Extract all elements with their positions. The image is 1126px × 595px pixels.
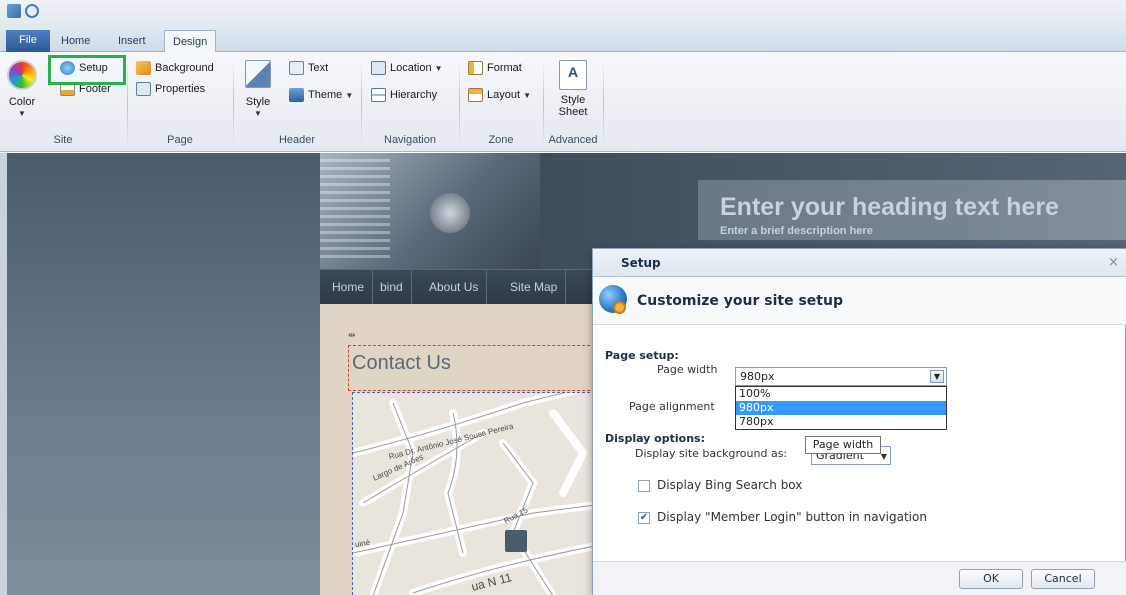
map-streets-graphic bbox=[353, 393, 610, 595]
zoom-icon[interactable] bbox=[25, 4, 39, 18]
tab-insert[interactable]: Insert bbox=[110, 32, 154, 52]
dialog-footer: OK Cancel bbox=[593, 561, 1126, 595]
tab-file[interactable]: File bbox=[6, 30, 50, 52]
member-login-label: Display "Member Login" button in navigat… bbox=[657, 510, 927, 524]
layout-label: Layout bbox=[487, 89, 521, 101]
ok-button[interactable]: OK bbox=[959, 569, 1023, 589]
propeller-icon bbox=[430, 193, 470, 233]
style-label: Style bbox=[245, 96, 271, 108]
nav-item-site-map[interactable]: Site Map bbox=[502, 270, 567, 304]
layout-icon bbox=[468, 88, 483, 102]
member-login-checkbox[interactable]: ✔ bbox=[638, 512, 650, 524]
format-icon bbox=[468, 61, 483, 75]
properties-button[interactable]: Properties bbox=[136, 80, 205, 98]
text-label: Text bbox=[308, 62, 329, 74]
group-label-navigation: Navigation bbox=[384, 134, 436, 146]
left-edge-bar bbox=[0, 153, 7, 595]
group-label-header: Header bbox=[278, 134, 316, 146]
chevron-down-icon: ▼ bbox=[880, 452, 887, 461]
hierarchy-icon bbox=[371, 88, 386, 102]
page-alignment-label: Page alignment bbox=[629, 400, 715, 413]
site-nav: Home bind About Us Site Map bbox=[320, 270, 610, 304]
site-heading[interactable]: Enter your heading text here bbox=[720, 193, 1059, 222]
setup-dialog: Setup × Customize your site setup Page s… bbox=[592, 248, 1126, 595]
chevron-down-icon: ▼ bbox=[254, 109, 262, 118]
hierarchy-button[interactable]: Hierarchy bbox=[371, 86, 437, 104]
style-sheet-icon: A bbox=[559, 60, 587, 90]
group-label-page: Page bbox=[167, 134, 193, 146]
group-label-advanced: Advanced bbox=[548, 134, 598, 146]
chevron-down-icon[interactable]: ▼ bbox=[930, 370, 944, 383]
contact-title[interactable]: Contact Us bbox=[352, 352, 451, 375]
background-label: Background bbox=[155, 62, 214, 74]
layout-button[interactable]: Layout ▼ bbox=[468, 86, 531, 104]
ribbon: Color ▼ Setup Footer Site Background Pro… bbox=[0, 52, 1126, 152]
page-width-option[interactable]: 100% bbox=[736, 387, 946, 401]
group-separator bbox=[603, 58, 604, 148]
style-button[interactable]: Style ▼ bbox=[242, 60, 274, 120]
dialog-titlebar[interactable]: Setup × bbox=[593, 249, 1126, 277]
nav-item-home[interactable]: Home bbox=[324, 270, 374, 304]
style-sheet-label-2: Sheet bbox=[558, 106, 588, 118]
chevron-down-icon: ▼ bbox=[18, 109, 26, 118]
dialog-header-title: Customize your site setup bbox=[637, 293, 843, 309]
tab-design[interactable]: Design bbox=[164, 30, 217, 54]
tooltip: Page width bbox=[805, 436, 881, 454]
nav-item-bind[interactable]: bind bbox=[372, 270, 412, 304]
map-pin-icon[interactable] bbox=[505, 530, 527, 552]
title-strip bbox=[0, 0, 1126, 30]
theme-button[interactable]: Theme ▼ bbox=[289, 86, 353, 104]
style-sheet-label-1: Style bbox=[560, 94, 586, 106]
background-button[interactable]: Background bbox=[136, 59, 214, 77]
format-button[interactable]: Format bbox=[468, 59, 522, 77]
page-width-select[interactable]: 980px ▼ bbox=[735, 367, 947, 386]
header-airplane-image bbox=[320, 153, 540, 269]
dialog-title: Setup bbox=[621, 256, 661, 270]
display-bg-label: Display site background as: bbox=[635, 447, 788, 460]
color-label: Color bbox=[8, 96, 36, 108]
dialog-header: Customize your site setup bbox=[593, 277, 1126, 325]
group-label-zone: Zone bbox=[488, 134, 514, 146]
background-icon bbox=[136, 61, 151, 75]
cancel-button[interactable]: Cancel bbox=[1031, 569, 1095, 589]
properties-label: Properties bbox=[155, 83, 206, 95]
location-button[interactable]: Location ▼ bbox=[371, 59, 443, 77]
chevron-down-icon: ▼ bbox=[523, 91, 532, 100]
page-width-value: 980px bbox=[740, 370, 775, 383]
chevron-down-icon: ▼ bbox=[345, 91, 354, 100]
page-width-option-selected[interactable]: 980px bbox=[736, 401, 946, 415]
setup-highlight-box bbox=[48, 55, 126, 85]
edit-icon[interactable] bbox=[7, 4, 21, 18]
text-icon bbox=[289, 61, 304, 75]
page-width-option[interactable]: 780px bbox=[736, 415, 946, 429]
site-subheading[interactable]: Enter a brief description here bbox=[720, 225, 873, 237]
location-icon bbox=[371, 61, 386, 75]
move-handle-icon[interactable]: ⇹ bbox=[348, 331, 356, 341]
theme-label: Theme bbox=[308, 89, 343, 101]
page-width-label: Page width bbox=[657, 363, 718, 376]
display-options-heading: Display options: bbox=[605, 432, 705, 445]
bing-search-checkbox[interactable] bbox=[638, 480, 650, 492]
nav-item-about-us[interactable]: About Us bbox=[421, 270, 488, 304]
tab-home[interactable]: Home bbox=[53, 32, 98, 52]
color-wheel-icon bbox=[7, 60, 37, 90]
style-sheet-button[interactable]: A Style Sheet bbox=[548, 60, 598, 118]
location-label: Location bbox=[390, 62, 432, 74]
chevron-down-icon: ▼ bbox=[434, 64, 443, 73]
page-width-dropdown-list: 100% 980px 780px bbox=[735, 386, 947, 430]
text-button[interactable]: Text bbox=[289, 59, 328, 77]
map[interactable]: Rua Dr. Antônio José Sousa Pereira Largo… bbox=[352, 392, 610, 595]
theme-icon bbox=[289, 88, 304, 102]
page-setup-heading: Page setup: bbox=[605, 349, 679, 362]
ribbon-tab-bar: File Home Insert Design bbox=[0, 30, 1126, 54]
gear-icon bbox=[613, 301, 626, 314]
color-button[interactable]: Color ▼ bbox=[4, 60, 40, 120]
format-label: Format bbox=[487, 62, 522, 74]
bing-search-label: Display Bing Search box bbox=[657, 478, 803, 492]
properties-icon bbox=[136, 82, 151, 96]
hierarchy-label: Hierarchy bbox=[390, 89, 438, 101]
paintbrush-icon bbox=[245, 60, 271, 88]
close-icon[interactable]: × bbox=[1108, 255, 1119, 270]
group-label-site: Site bbox=[53, 134, 73, 146]
